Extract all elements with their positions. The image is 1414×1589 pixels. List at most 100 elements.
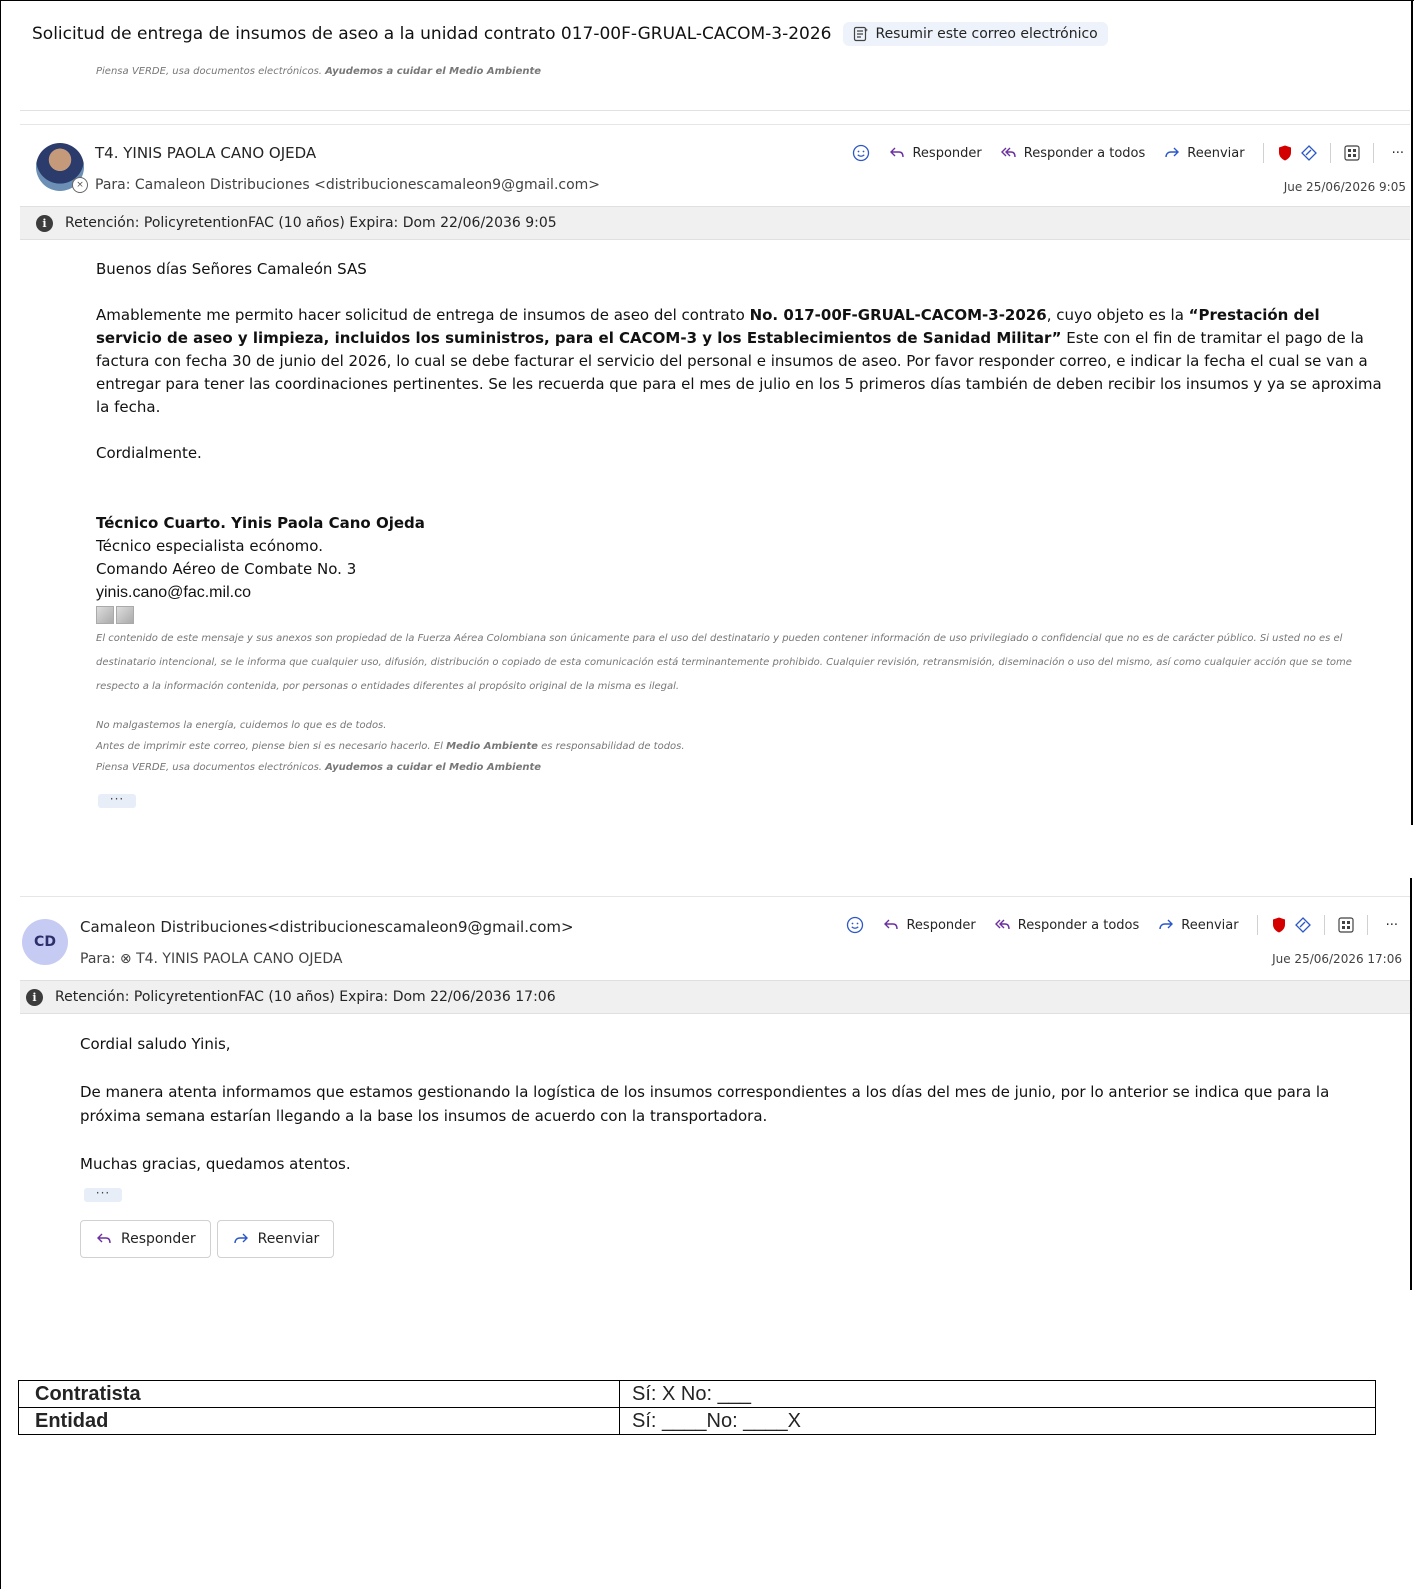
reply-all-button[interactable]: Responder a todos bbox=[994, 142, 1152, 164]
table-cell-label: Contratista bbox=[18, 1380, 620, 1408]
show-more-button[interactable]: ··· bbox=[98, 793, 136, 808]
closing: Cordialmente. bbox=[96, 444, 202, 462]
retention-text: Retención: PolicyretentionFAC (10 años) … bbox=[55, 989, 556, 1005]
apps-icon[interactable] bbox=[1337, 916, 1355, 934]
divider bbox=[1366, 915, 1368, 935]
avatar[interactable]: × bbox=[36, 143, 88, 193]
message-date: Jue 25/06/2026 17:06 bbox=[1272, 952, 1402, 966]
reply-button[interactable]: Responder bbox=[876, 914, 981, 936]
message-actions: Responder Responder a todos Reenviar ··· bbox=[840, 914, 1404, 936]
forward-icon bbox=[1165, 147, 1180, 158]
divider bbox=[1372, 143, 1374, 163]
table-row: Contratista Sí: X No: ___ bbox=[18, 1380, 1376, 1408]
message-date: Jue 25/06/2026 9:05 bbox=[1283, 180, 1406, 194]
forward-label: Reenviar bbox=[1181, 917, 1239, 933]
reply-button[interactable]: Responder bbox=[882, 142, 987, 164]
body-paragraph: Amablemente me permito hacer solicitud d… bbox=[96, 306, 1382, 416]
email-subject: Solicitud de entrega de insumos de aseo … bbox=[32, 24, 832, 44]
reply-icon bbox=[884, 919, 899, 930]
signature: Técnico Cuarto. Yinis Paola Cano Ojeda T… bbox=[96, 512, 425, 624]
more-actions-button[interactable]: ··· bbox=[1386, 144, 1410, 163]
reply-icon bbox=[890, 147, 905, 158]
greeting: Cordial saludo Yinis, bbox=[80, 1035, 231, 1053]
reply-all-icon bbox=[994, 919, 1010, 930]
message-header-1: × T4. YINIS PAOLA CANO OJEDA Para: Camal… bbox=[20, 124, 1410, 207]
shield-icon[interactable] bbox=[1276, 144, 1294, 162]
retention-bar: i Retención: PolicyretentionFAC (10 años… bbox=[20, 980, 1410, 1014]
body-paragraph: De manera atenta informamos que estamos … bbox=[80, 1083, 1330, 1125]
summarize-label: Resumir este correo electrónico bbox=[875, 26, 1098, 42]
message-actions: Responder Responder a todos Reenviar ··· bbox=[846, 142, 1410, 164]
signature-unit: Comando Aéreo de Combate No. 3 bbox=[96, 560, 357, 578]
divider bbox=[1262, 143, 1264, 163]
forward-icon bbox=[233, 1233, 248, 1244]
message-body-2: Cordial saludo Yinis, De manera atenta i… bbox=[80, 1032, 1380, 1200]
forward-icon bbox=[1159, 919, 1174, 930]
table-cell-label: Entidad bbox=[18, 1407, 620, 1435]
table-cell-value: Sí: ____No: ____X bbox=[619, 1407, 1376, 1435]
show-more-button[interactable]: ··· bbox=[84, 1187, 122, 1202]
subject-bar: Solicitud de entrega de insumos de aseo … bbox=[18, 14, 1408, 54]
reply-button[interactable]: Responder bbox=[80, 1220, 211, 1258]
table-cell-value: Sí: X No: ___ bbox=[619, 1380, 1376, 1408]
loop-icon[interactable] bbox=[1300, 144, 1318, 162]
page-border-top bbox=[0, 0, 1414, 1]
divider bbox=[1256, 915, 1258, 935]
table-row: Entidad Sí: ____No: ____X bbox=[18, 1407, 1376, 1435]
broken-image-icon bbox=[96, 606, 114, 624]
forward-button[interactable]: Reenviar bbox=[1151, 914, 1244, 936]
forward-button[interactable]: Reenviar bbox=[1157, 142, 1250, 164]
eco-footer-line: Piensa VERDE, usa documentos electrónico… bbox=[96, 66, 542, 77]
closing: Muchas gracias, quedamos atentos. bbox=[80, 1155, 351, 1173]
forward-label: Reenviar bbox=[257, 1231, 320, 1247]
smiley-icon bbox=[853, 144, 870, 162]
sender-name[interactable]: T4. YINIS PAOLA CANO OJEDA bbox=[95, 144, 316, 162]
message-header-2: CD Camaleon Distribuciones<distribucione… bbox=[20, 896, 1410, 977]
signature-name: Técnico Cuarto. Yinis Paola Cano Ojeda bbox=[96, 514, 425, 532]
info-icon: i bbox=[36, 214, 53, 232]
reply-all-button[interactable]: Responder a todos bbox=[988, 914, 1146, 936]
message-body-1: Buenos días Señores Camaleón SAS Amablem… bbox=[96, 258, 1386, 488]
reply-label: Responder bbox=[912, 145, 982, 161]
retention-bar: i Retención: PolicyretentionFAC (10 años… bbox=[20, 206, 1410, 240]
retention-text: Retención: PolicyretentionFAC (10 años) … bbox=[65, 215, 557, 231]
recipient-line[interactable]: Para: Camaleon Distribuciones <distribuc… bbox=[95, 177, 600, 193]
smiley-icon bbox=[847, 916, 864, 934]
avatar[interactable]: CD bbox=[22, 919, 68, 965]
broken-image-icon bbox=[116, 606, 134, 624]
info-icon: i bbox=[26, 988, 43, 1006]
broken-image-icons bbox=[96, 606, 425, 624]
signature-role: Técnico especialista ecónomo. bbox=[96, 537, 323, 555]
emoji-reaction-button[interactable] bbox=[840, 914, 870, 936]
forward-label: Reenviar bbox=[1187, 145, 1245, 161]
emoji-reaction-button[interactable] bbox=[846, 142, 876, 164]
page-border-right bbox=[1411, 0, 1413, 825]
shield-icon[interactable] bbox=[1270, 916, 1288, 934]
legal-disclaimer: El contenido de este mensaje y sus anexo… bbox=[96, 633, 1352, 692]
sender-name[interactable]: Camaleon Distribuciones<distribucionesca… bbox=[80, 918, 574, 936]
reply-label: Responder bbox=[121, 1231, 196, 1247]
forward-button[interactable]: Reenviar bbox=[216, 1220, 335, 1258]
reply-label: Responder bbox=[906, 917, 976, 933]
eco-footer: No malgastemos la energía, cuidemos lo q… bbox=[96, 720, 685, 773]
greeting: Buenos días Señores Camaleón SAS bbox=[96, 260, 367, 278]
reply-buttons-row: Responder Reenviar bbox=[80, 1220, 335, 1258]
reply-all-label: Responder a todos bbox=[1023, 145, 1146, 161]
page-border-left bbox=[0, 0, 1, 1589]
reply-all-icon bbox=[1000, 147, 1016, 158]
recipient-line[interactable]: Para: ⊗ T4. YINIS PAOLA CANO OJEDA bbox=[80, 951, 343, 967]
reply-icon bbox=[97, 1233, 111, 1244]
signature-email[interactable]: yinis.cano@fac.mil.co bbox=[96, 581, 425, 604]
summarize-button[interactable]: Resumir este correo electrónico bbox=[843, 22, 1108, 46]
more-actions-button[interactable]: ··· bbox=[1380, 916, 1404, 935]
reply-all-label: Responder a todos bbox=[1017, 917, 1140, 933]
divider bbox=[1323, 915, 1325, 935]
summarize-icon bbox=[854, 26, 869, 42]
presence-icon: × bbox=[72, 177, 88, 193]
apps-icon[interactable] bbox=[1343, 144, 1361, 162]
evaluation-table: Contratista Sí: X No: ___ Entidad Sí: __… bbox=[18, 1380, 1376, 1435]
page-border-right-lower bbox=[1410, 878, 1412, 1290]
loop-icon[interactable] bbox=[1294, 916, 1312, 934]
previous-message-footer: Piensa VERDE, usa documentos electrónico… bbox=[20, 60, 1410, 111]
divider bbox=[1329, 143, 1331, 163]
